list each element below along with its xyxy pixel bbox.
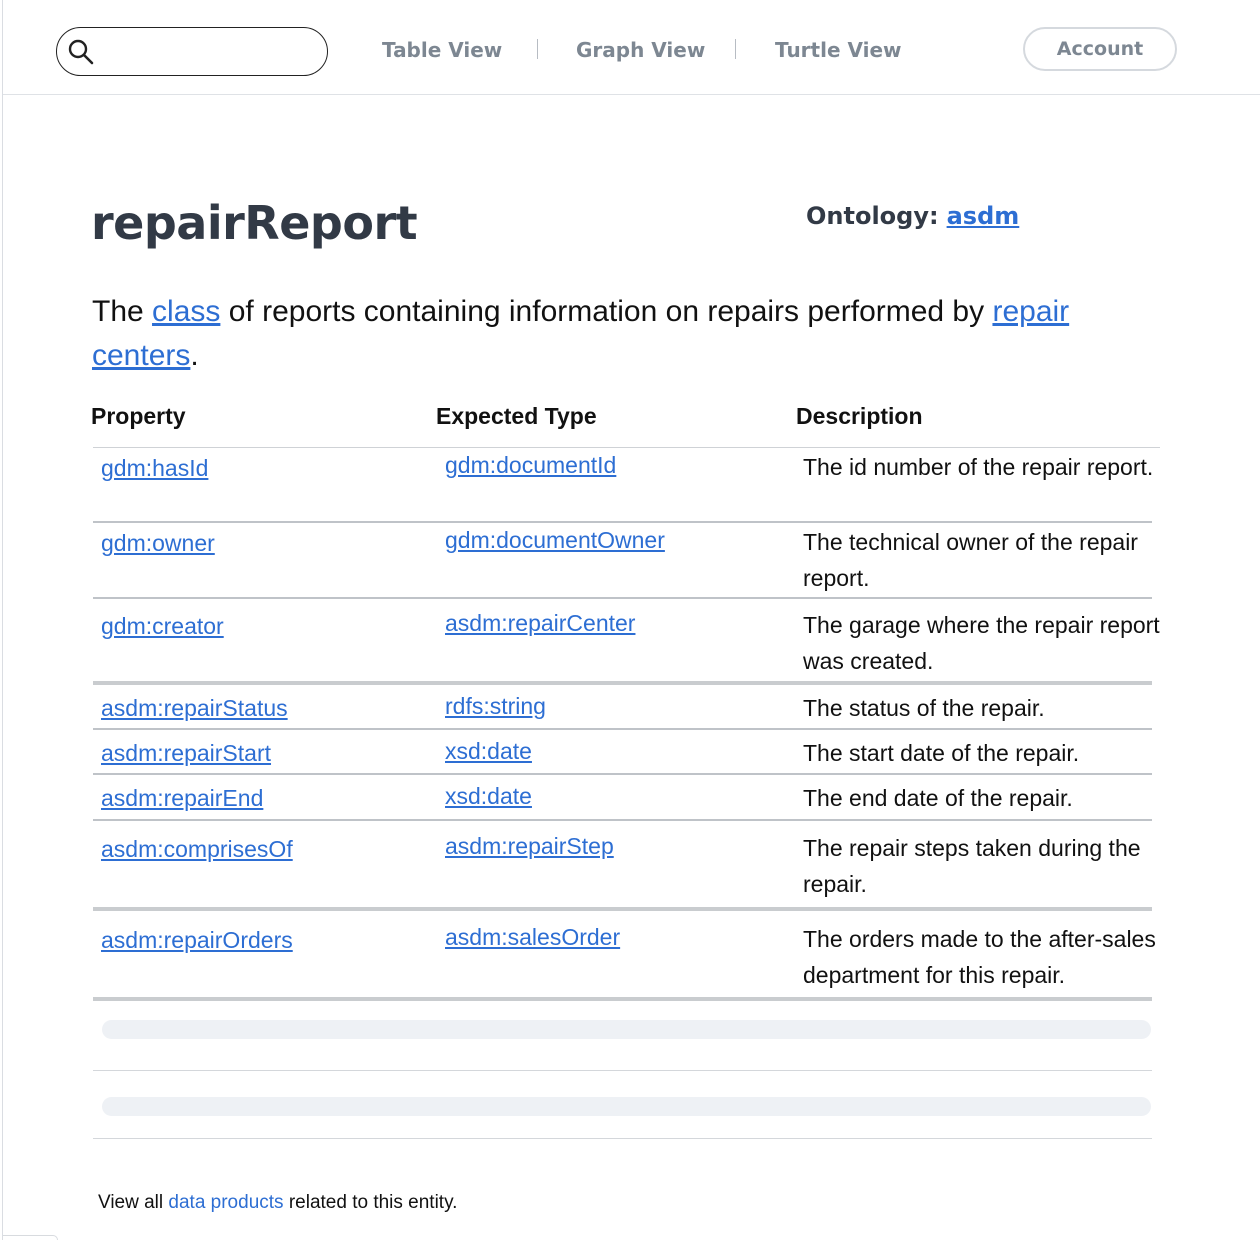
type-link[interactable]: xsd:date <box>445 783 532 810</box>
row-description: The status of the repair. <box>803 695 1045 721</box>
loading-placeholder <box>102 1097 1151 1116</box>
page-title: repairReport <box>91 196 418 250</box>
tab-table-view[interactable]: Table View <box>382 38 502 62</box>
row-description: The technical owner of the repair report… <box>803 529 1138 591</box>
row-description: The id number of the repair report. <box>803 454 1154 480</box>
page-frame: Table View Graph View Turtle View Accoun… <box>2 0 1260 1240</box>
type-link[interactable]: rdfs:string <box>445 693 546 720</box>
row-description: The end date of the repair. <box>803 785 1073 811</box>
column-header-property: Property <box>91 403 186 429</box>
row-divider <box>93 1138 1152 1139</box>
property-link[interactable]: gdm:hasId <box>101 455 208 482</box>
data-products-note: View all data products related to this e… <box>98 1192 457 1214</box>
column-header-expected-type: Expected Type <box>436 403 597 429</box>
row-description: The start date of the repair. <box>803 740 1080 766</box>
type-link[interactable]: gdm:documentId <box>445 452 616 479</box>
loading-placeholder <box>102 1020 1151 1039</box>
column-header-description: Description <box>796 403 923 429</box>
type-link[interactable]: asdm:repairCenter <box>445 610 635 637</box>
property-link[interactable]: asdm:repairStart <box>101 740 271 767</box>
row-divider <box>93 1070 1152 1071</box>
tab-turtle-view[interactable]: Turtle View <box>775 38 902 62</box>
footer-text: View all <box>98 1192 169 1213</box>
class-link[interactable]: class <box>152 295 220 328</box>
row-divider <box>93 521 1152 523</box>
property-link[interactable]: asdm:repairEnd <box>101 785 263 812</box>
tab-graph-view[interactable]: Graph View <box>576 38 705 62</box>
type-link[interactable]: xsd:date <box>445 738 532 765</box>
corner-edge <box>3 1235 58 1240</box>
footer-text: related to this entity. <box>283 1192 458 1213</box>
data-products-link[interactable]: data products <box>168 1192 283 1213</box>
row-divider <box>93 819 1152 821</box>
search-input[interactable] <box>105 36 309 68</box>
row-description: The garage where the repair report was c… <box>803 612 1160 674</box>
row-description: The repair steps taken during the repair… <box>803 835 1141 897</box>
search-icon <box>68 39 94 65</box>
ontology-label-text: Ontology: <box>806 202 939 230</box>
row-divider <box>93 773 1152 775</box>
row-description: The orders made to the after-sales depar… <box>803 926 1156 988</box>
type-link[interactable]: asdm:repairStep <box>445 833 614 860</box>
account-button[interactable]: Account <box>1023 27 1177 71</box>
property-link[interactable]: gdm:owner <box>101 530 215 557</box>
ontology-label: Ontology: asdm <box>806 202 1019 230</box>
property-link[interactable]: asdm:repairOrders <box>101 927 293 954</box>
intro-text: The <box>92 295 153 328</box>
row-divider <box>93 997 1152 1001</box>
property-link[interactable]: gdm:creator <box>101 613 224 640</box>
row-divider <box>93 681 1152 685</box>
header-divider <box>93 447 1160 448</box>
intro-text: of reports containing information on rep… <box>220 295 993 328</box>
nav-separator <box>537 39 538 59</box>
nav-separator <box>735 39 736 59</box>
row-divider <box>93 728 1152 730</box>
intro-text: . <box>190 339 199 372</box>
property-link[interactable]: asdm:comprisesOf <box>101 836 293 863</box>
property-link[interactable]: asdm:repairStatus <box>101 695 288 722</box>
row-divider <box>93 597 1152 599</box>
row-divider <box>93 907 1152 911</box>
type-link[interactable]: gdm:documentOwner <box>445 527 665 554</box>
top-nav: Table View Graph View Turtle View Accoun… <box>3 0 1260 95</box>
type-link[interactable]: asdm:salesOrder <box>445 924 620 951</box>
entity-description: The class of reports containing informat… <box>92 290 1162 378</box>
search-box[interactable] <box>56 27 328 76</box>
ontology-link[interactable]: asdm <box>947 202 1020 230</box>
